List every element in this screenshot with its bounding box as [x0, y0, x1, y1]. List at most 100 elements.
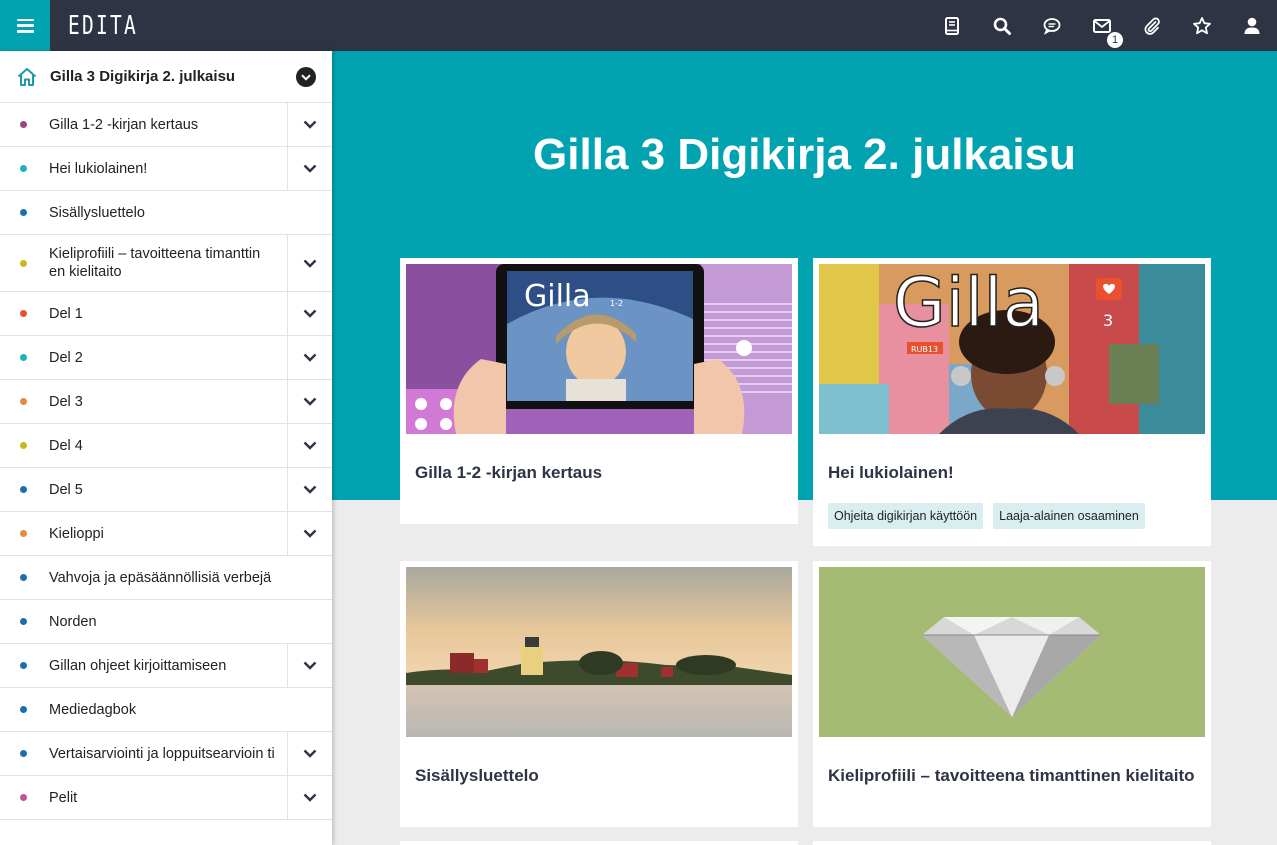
sidebar-item[interactable]: Vahvoja ja epäsäännöllisiä verbejä [0, 556, 332, 600]
sidebar-item-link[interactable]: Vertaisarviointi ja loppuitsearvioin ti [0, 732, 287, 775]
chevron-down-circle-icon[interactable] [296, 67, 316, 87]
card-title[interactable]: Sisällysluettelo [415, 766, 539, 786]
card-sisallysluettelo[interactable]: Sisällysluettelo [400, 561, 798, 827]
sidebar-item[interactable]: Norden [0, 600, 332, 644]
chevron-down-icon [303, 441, 317, 450]
card-partial[interactable] [400, 841, 798, 845]
sidebar-item-link[interactable]: Gilla 1-2 -kirjan kertaus [0, 103, 287, 146]
bullet-dot-icon [20, 706, 27, 713]
chevron-down-icon [303, 661, 317, 670]
mail-badge: 1 [1106, 31, 1124, 49]
edita-logo[interactable]: EDITA [68, 11, 138, 41]
card-title[interactable]: Hei lukiolainen! [828, 463, 954, 483]
toolbar-icons: 1 [927, 0, 1277, 51]
sidebar-item-link[interactable]: Del 4 [0, 424, 287, 467]
user-icon [1244, 17, 1260, 34]
expand-button[interactable] [287, 732, 332, 775]
bullet-dot-icon [20, 662, 27, 669]
home-icon[interactable] [16, 66, 38, 88]
expand-button[interactable] [287, 468, 332, 511]
sidebar-item-link[interactable]: Kielioppi [0, 512, 287, 555]
chevron-down-icon [303, 397, 317, 406]
expand-button[interactable] [287, 776, 332, 819]
sidebar-item-link[interactable]: Del 5 [0, 468, 287, 511]
sidebar-item[interactable]: Del 3 [0, 380, 332, 424]
gilla-3-number: 3 [1103, 311, 1113, 330]
student-headphones-image[interactable]: Gilla 3 RUB13 [819, 264, 1205, 434]
card-title[interactable]: Gilla 1-2 -kirjan kertaus [415, 463, 602, 483]
expand-button[interactable] [287, 380, 332, 423]
menu-button[interactable] [0, 0, 50, 51]
tablet-cover-image[interactable]: Gilla 1-2 [406, 264, 792, 434]
sidebar-item-link[interactable]: Kieliprofiili – tavoitteena timanttin en… [0, 235, 287, 291]
gilla-3-code: RUB13 [911, 345, 938, 354]
bullet-dot-icon [20, 165, 27, 172]
gilla-12-number: 1-2 [610, 299, 623, 308]
sidebar-item-link[interactable]: Vahvoja ja epäsäännöllisiä verbejä [0, 556, 332, 599]
bullet-dot-icon [20, 310, 27, 317]
card-gilla-1-2[interactable]: Gilla 1-2 Gilla 1-2 -kirjan kertaus [400, 258, 798, 524]
sidebar-item-label: Del 3 [49, 393, 83, 410]
expand-button[interactable] [287, 147, 332, 190]
sidebar-item[interactable]: Gillan ohjeet kirjoittamiseen [0, 644, 332, 688]
page-title: Gilla 3 Digikirja 2. julkaisu [533, 130, 1076, 179]
sidebar-item[interactable]: Del 4 [0, 424, 332, 468]
search-button[interactable] [977, 0, 1027, 51]
bullet-dot-icon [20, 209, 27, 216]
sidebar-item[interactable]: Del 1 [0, 292, 332, 336]
sidebar-item[interactable]: Kieliprofiili – tavoitteena timanttin en… [0, 235, 332, 292]
card-hei-lukiolainen[interactable]: Gilla 3 RUB13 Hei lukiolainen! Ohjeita d… [813, 258, 1211, 546]
card-partial[interactable] [813, 841, 1211, 845]
sidebar-item[interactable]: Del 2 [0, 336, 332, 380]
tag-competence[interactable]: Laaja-alainen osaaminen [993, 503, 1145, 529]
attachments-button[interactable] [1127, 0, 1177, 51]
card-title[interactable]: Kieliprofiili – tavoitteena timanttinen … [828, 766, 1195, 786]
expand-button[interactable] [287, 292, 332, 335]
expand-button[interactable] [287, 103, 332, 146]
sidebar-item-label: Kielioppi [49, 525, 104, 542]
bullet-dot-icon [20, 398, 27, 405]
expand-button[interactable] [287, 644, 332, 687]
hamburger-icon [16, 18, 34, 33]
tag-instructions[interactable]: Ohjeita digikirjan käyttöön [828, 503, 984, 529]
sidebar-item[interactable]: Del 5 [0, 468, 332, 512]
chevron-down-icon [303, 793, 317, 802]
sidebar-item-label: Vertaisarviointi ja loppuitsearvioin ti [49, 745, 275, 762]
book-button[interactable] [927, 0, 977, 51]
sidebar-item-link[interactable]: Del 3 [0, 380, 287, 423]
sidebar-item-link[interactable]: Mediedagbok [0, 688, 332, 731]
sidebar-item-link[interactable]: Del 1 [0, 292, 287, 335]
sidebar-item[interactable]: Kielioppi [0, 512, 332, 556]
chevron-down-icon [303, 353, 317, 362]
sidebar-item-link[interactable]: Del 2 [0, 336, 287, 379]
expand-button[interactable] [287, 235, 332, 291]
book-icon [945, 16, 959, 35]
expand-button[interactable] [287, 336, 332, 379]
profile-button[interactable] [1227, 0, 1277, 51]
sidebar-list: Gilla 1-2 -kirjan kertaus Hei lukiolainen… [0, 103, 332, 820]
mail-button[interactable]: 1 [1077, 0, 1127, 51]
bullet-dot-icon [20, 486, 27, 493]
sidebar-item-link[interactable]: Sisällysluettelo [0, 191, 332, 234]
chat-button[interactable] [1027, 0, 1077, 51]
search-icon [993, 17, 1011, 35]
lighthouse-island-image[interactable] [406, 567, 792, 737]
sidebar-item-link[interactable]: Norden [0, 600, 332, 643]
sidebar-item-link[interactable]: Pelit [0, 776, 287, 819]
expand-button[interactable] [287, 424, 332, 467]
sidebar-item[interactable]: Sisällysluettelo [0, 191, 332, 235]
sidebar-item[interactable]: Mediedagbok [0, 688, 332, 732]
favorites-button[interactable] [1177, 0, 1227, 51]
card-kieliprofiili[interactable]: Kieliprofiili – tavoitteena timanttinen … [813, 561, 1211, 827]
sidebar-item[interactable]: Pelit [0, 776, 332, 820]
sidebar-header[interactable]: Gilla 3 Digikirja 2. julkaisu [0, 51, 332, 103]
sidebar-item[interactable]: Hei lukiolainen! [0, 147, 332, 191]
sidebar-item-link[interactable]: Hei lukiolainen! [0, 147, 287, 190]
diamond-image[interactable] [819, 567, 1205, 737]
sidebar-item[interactable]: Vertaisarviointi ja loppuitsearvioin ti [0, 732, 332, 776]
card-tags: Ohjeita digikirjan käyttöön Laaja-alaine… [828, 503, 1145, 529]
chevron-down-icon [303, 485, 317, 494]
expand-button[interactable] [287, 512, 332, 555]
sidebar-item[interactable]: Gilla 1-2 -kirjan kertaus [0, 103, 332, 147]
sidebar-item-link[interactable]: Gillan ohjeet kirjoittamiseen [0, 644, 287, 687]
